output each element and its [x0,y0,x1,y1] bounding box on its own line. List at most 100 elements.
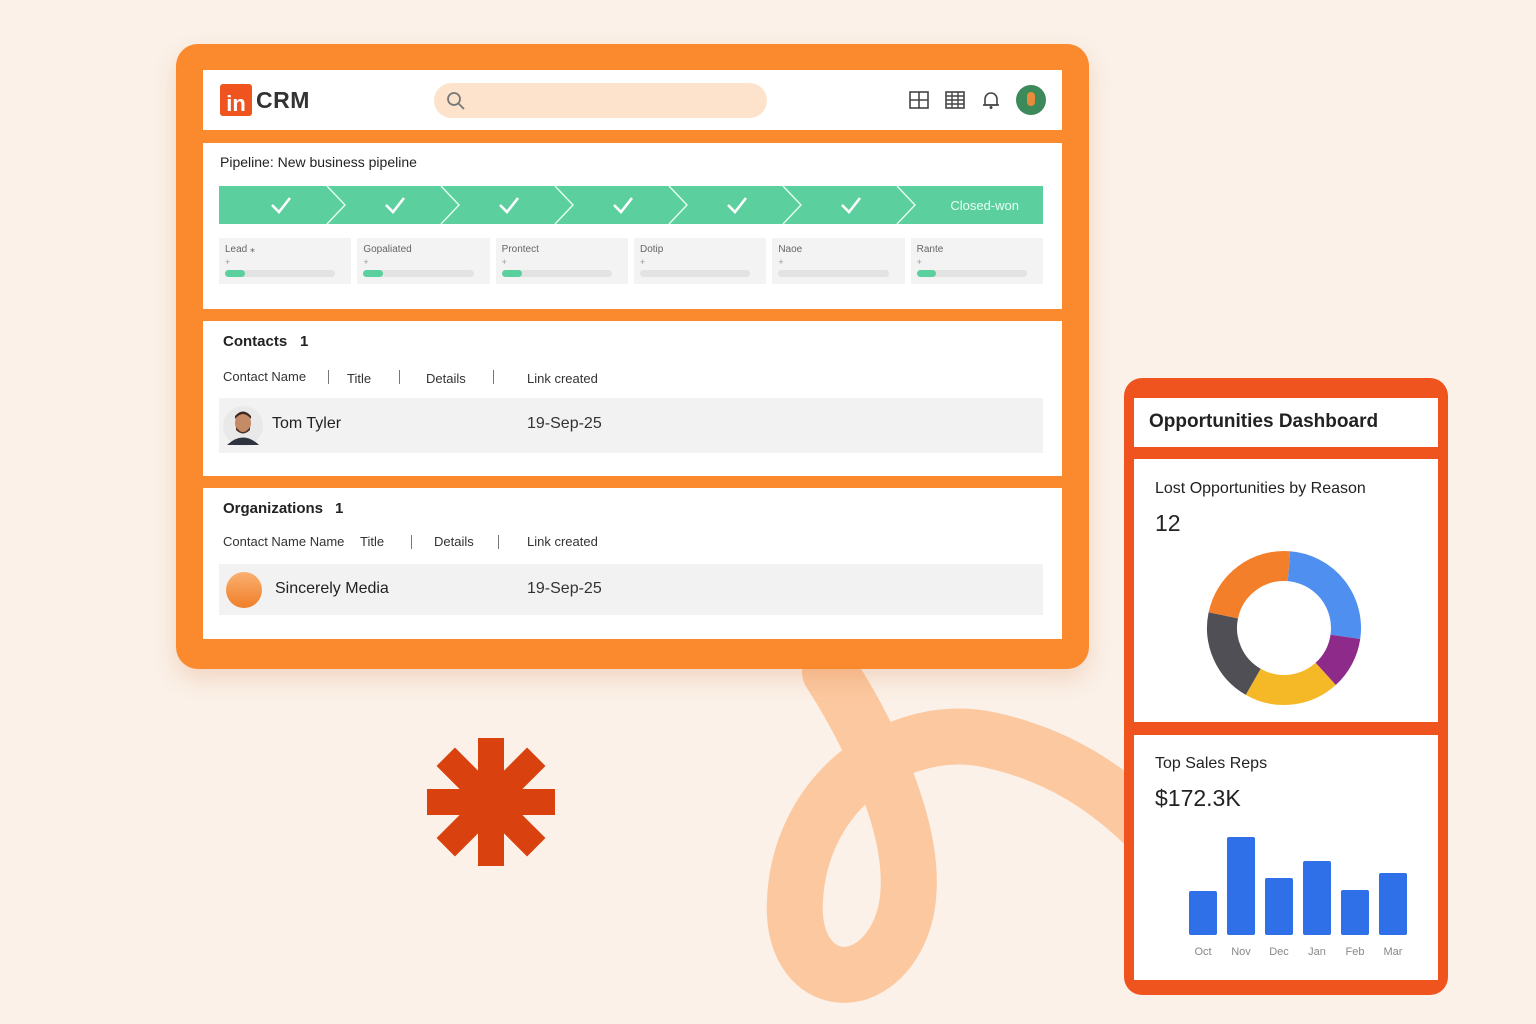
stage-divider [896,186,916,224]
column-contact-name[interactable]: Contact Name [223,369,306,384]
stage-card-plus: + [778,257,784,267]
table-icon[interactable] [944,89,966,111]
stage-progress-fill [225,270,245,277]
stage-check-icon[interactable] [839,194,863,216]
stage-divider [440,186,460,224]
logo-badge: in [220,84,252,116]
stage-progress-bar [225,270,336,277]
stage-divider [782,186,802,224]
donut-slice[interactable] [1287,551,1361,639]
stage-card[interactable]: Naoe + [772,238,905,284]
pipeline-title: Pipeline: New business pipeline [220,154,417,170]
column-contact-name[interactable]: Contact Name Name [223,534,344,549]
stage-closed-won[interactable]: Closed-won [950,198,1019,213]
crm-logo[interactable]: in CRM [220,84,310,116]
stage-card-label: Rante [916,244,944,255]
x-tick-label: Jan [1308,946,1326,958]
organization-link-created: 19-Sep-25 [527,580,602,597]
stage-cards: Lead ⁎ + Gopaliated + Prontect + Dotip + Naoe + Ra… [219,238,1043,284]
donut-slice[interactable] [1207,612,1262,695]
stage-progress-bar [778,270,889,277]
bar[interactable] [1265,878,1293,935]
stage-divider [326,186,346,224]
x-tick-label: Oct [1194,946,1211,958]
stage-card[interactable]: Rante + [910,238,1043,284]
contacts-section: Contacts 1 Contact Name Title Details Li… [203,321,1062,476]
stage-check-icon[interactable] [383,194,407,216]
stage-divider [668,186,688,224]
column-link-created[interactable]: Link created [527,534,598,549]
stage-check-icon[interactable] [497,194,521,216]
donut-slice[interactable] [1208,551,1291,620]
stage-progress-bar [501,270,612,277]
stage-card-plus: + [225,257,231,267]
organizations-count: 1 [335,500,344,517]
donut-slice[interactable] [1245,662,1336,705]
lost-opportunities-card[interactable]: Lost Opportunities by Reason 12 [1134,459,1438,722]
contacts-count: 1 [300,333,309,350]
user-avatar[interactable] [1016,85,1046,115]
column-title[interactable]: Title [360,534,384,549]
asterisk-icon [427,738,555,866]
organization-logo [226,572,262,608]
stage-divider [554,186,574,224]
bar[interactable] [1227,837,1255,935]
column-link-created[interactable]: Link created [527,371,598,386]
stage-progress-bar [363,270,474,277]
lost-card-title: Lost Opportunities by Reason [1155,480,1366,497]
stage-progress-fill [363,270,384,277]
stage-card[interactable]: Lead ⁎ + [219,238,352,284]
organization-row[interactable]: Sincerely Media 19-Sep-25 [219,564,1043,615]
sales-reps-bar-chart[interactable]: Oct Nov Dec Jan Feb Mar [1134,735,1438,980]
lost-card-value: 12 [1155,510,1181,536]
grid-icon[interactable] [908,89,930,111]
stage-check-icon[interactable] [725,194,749,216]
x-tick-label: Dec [1269,946,1289,958]
stage-card-label: Lead ⁎ [225,244,256,255]
column-details[interactable]: Details [434,534,474,549]
stage-progress-bar [639,270,751,277]
dashboard-title: Opportunities Dashboard [1149,411,1379,432]
stage-card[interactable]: Dotip + [633,238,767,284]
lost-reasons-donut-chart[interactable] [1206,550,1362,706]
stage-card-plus: + [639,257,646,267]
bar[interactable] [1341,890,1369,935]
pipeline-stage-bar[interactable]: Closed-won [219,186,1043,224]
stage-check-icon[interactable] [611,194,635,216]
stage-card-label: Prontect [501,244,539,255]
contact-avatar [223,406,263,446]
bell-icon[interactable] [980,89,1002,111]
bar[interactable] [1303,861,1331,935]
search-input[interactable] [434,83,767,118]
logo-text: CRM [256,86,310,113]
stage-card-label: Gopaliated [363,244,412,255]
column-details[interactable]: Details [426,371,466,386]
column-title[interactable]: Title [347,371,371,386]
stage-check-icon[interactable] [269,194,293,216]
stage-progress-bar [916,270,1027,277]
top-sales-reps-card[interactable]: Top Sales Reps $172.3K Oct Nov Dec Jan Feb Ma… [1134,735,1438,980]
stage-card-label: Dotip [639,244,664,255]
stage-card[interactable]: Gopaliated + [357,238,490,284]
contact-row[interactable]: Tom Tyler 19-Sep-25 [219,398,1043,453]
stage-progress-fill [501,270,522,277]
donut-slice[interactable] [1315,633,1361,686]
crm-window: in CRM Pipeline: New business pipeline C… [176,44,1089,669]
dashboard-header: Opportunities Dashboard [1134,398,1438,447]
contacts-title: Contacts [223,333,288,350]
organization-name[interactable]: Sincerely Media [275,580,389,598]
contact-name[interactable]: Tom Tyler [272,415,341,433]
stage-card-plus: + [363,257,369,267]
bar[interactable] [1189,891,1217,935]
organizations-title: Organizations [223,500,324,517]
stage-progress-fill [916,270,937,277]
x-tick-label: Mar [1384,946,1403,958]
stage-card-plus: + [916,257,922,267]
stage-card[interactable]: Prontect + [495,238,628,284]
x-tick-label: Feb [1346,946,1365,958]
organizations-section: Organizations 1 Contact Name Name Title … [203,488,1062,639]
contact-link-created: 19-Sep-25 [527,415,602,432]
top-bar: in CRM [203,70,1062,130]
stage-card-label: Naoe [778,244,803,255]
bar[interactable] [1379,873,1407,935]
